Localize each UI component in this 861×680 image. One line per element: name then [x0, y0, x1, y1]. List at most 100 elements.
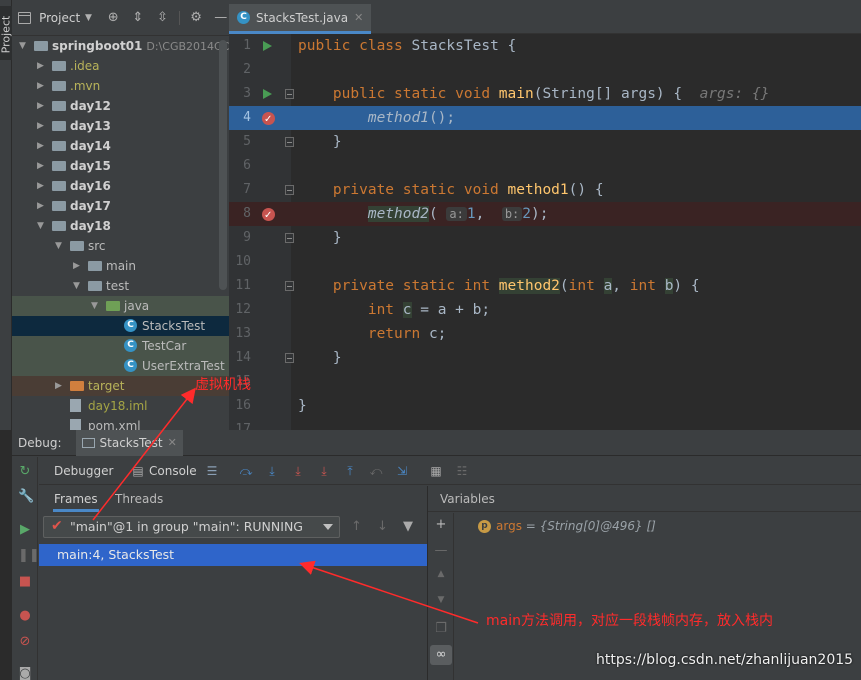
collapse-all-icon[interactable]: ⇳	[154, 10, 171, 25]
frame-item-selected[interactable]: main:4, StacksTest	[39, 544, 427, 566]
chevron-down-icon[interactable]: ▼	[37, 216, 47, 236]
show-execution-point-icon[interactable]: ⤼	[239, 464, 253, 478]
tree-item[interactable]: day18.iml	[12, 396, 229, 416]
tree-item[interactable]: ▼ java	[12, 296, 229, 316]
evaluate-expression-icon[interactable]: ▦	[429, 464, 443, 478]
chevron-down-icon[interactable]	[323, 524, 333, 530]
stop-icon[interactable]: ■	[18, 575, 32, 589]
project-panel-title[interactable]: Project	[39, 11, 80, 25]
add-watch-icon[interactable]: +	[434, 517, 448, 532]
chevron-right-icon[interactable]: ▶	[37, 96, 47, 116]
trace-icon[interactable]: ☷	[455, 464, 469, 478]
tree-item[interactable]: ▶ .mvn	[12, 76, 229, 96]
project-scrollbar[interactable]	[219, 40, 227, 290]
breakpoint-icon[interactable]	[262, 108, 275, 132]
code-line[interactable]: 7 private static void method1() {	[229, 178, 861, 202]
remove-watch-icon[interactable]: —	[434, 543, 448, 558]
project-view-dropdown-icon[interactable]: ▼	[80, 13, 97, 23]
fold-icon[interactable]	[285, 281, 294, 291]
hide-panel-icon[interactable]: —	[212, 10, 229, 25]
code-line[interactable]: 11 private static int method2(int a, int…	[229, 274, 861, 298]
force-step-into-icon[interactable]: ⤓	[317, 464, 331, 478]
tree-item[interactable]: ▶ day17	[12, 196, 229, 216]
tree-item[interactable]: C StacksTest	[12, 316, 229, 336]
expand-all-icon[interactable]: ⇕	[129, 10, 146, 25]
tree-item[interactable]: ▶ day14	[12, 136, 229, 156]
chevron-right-icon[interactable]: ▶	[73, 256, 83, 276]
code-line[interactable]: 17	[229, 418, 861, 430]
fold-icon[interactable]	[285, 353, 294, 363]
code-line[interactable]: 1 public class StacksTest {	[229, 34, 861, 58]
tree-item[interactable]: ▶ main	[12, 256, 229, 276]
close-icon[interactable]: ✕	[354, 11, 363, 24]
chevron-right-icon[interactable]: ▶	[37, 156, 47, 176]
chevron-down-icon[interactable]: ▼	[19, 36, 29, 56]
tree-item[interactable]: ▶ day16	[12, 176, 229, 196]
project-tool-tab[interactable]: Project	[0, 6, 13, 60]
fold-icon[interactable]	[285, 137, 294, 147]
step-out-icon[interactable]: ⤒	[343, 464, 357, 478]
mute-breakpoints-icon[interactable]: ⊘	[18, 635, 32, 649]
code-line[interactable]: 3 public static void main(String[] args)…	[229, 82, 861, 106]
step-into-icon[interactable]: ⤓	[291, 464, 305, 478]
tree-item[interactable]: ▼ src	[12, 236, 229, 256]
debug-session-tab[interactable]: StacksTest ✕	[75, 429, 183, 456]
chevron-right-icon[interactable]: ▶	[37, 136, 47, 156]
chevron-down-icon[interactable]: ▼	[91, 296, 101, 316]
close-icon[interactable]: ✕	[168, 436, 177, 449]
run-to-cursor-icon[interactable]: ⇲	[395, 464, 409, 478]
chevron-right-icon[interactable]: ▶	[37, 56, 47, 76]
fold-icon[interactable]	[285, 89, 294, 99]
chevron-down-icon[interactable]: ▼	[55, 236, 65, 256]
run-gutter-icon[interactable]	[263, 89, 272, 99]
tree-item[interactable]: ▶ .idea	[12, 56, 229, 76]
tree-item[interactable]: ▶ day12	[12, 96, 229, 116]
show-watches-icon[interactable]: ∞	[430, 645, 452, 665]
tree-item[interactable]: ▶ day13	[12, 116, 229, 136]
filter-icon[interactable]: ▼	[403, 519, 413, 534]
tree-item[interactable]: ▼ springboot01 D:\CGB2014CC	[12, 36, 229, 56]
tree-item[interactable]: ▶ day15	[12, 156, 229, 176]
arrow-down-icon[interactable]: ↓	[377, 519, 388, 534]
run-gutter-icon[interactable]	[263, 41, 272, 51]
wrench-icon[interactable]: 🔧	[18, 490, 34, 504]
breakpoint-line[interactable]: 8 method2( a:1, b:2);	[229, 202, 861, 228]
chevron-right-icon[interactable]: ▶	[37, 176, 47, 196]
view-breakpoints-icon[interactable]: ●	[18, 609, 32, 623]
tab-frames[interactable]: Frames	[53, 486, 99, 512]
pause-icon[interactable]: ❚❚	[18, 549, 40, 563]
copy-icon[interactable]: ❐	[434, 621, 448, 636]
code-line[interactable]: 5 }	[229, 130, 861, 154]
breakpoint-icon[interactable]	[262, 204, 275, 228]
code-line[interactable]: 14 }	[229, 346, 861, 370]
tree-item[interactable]: pom.xml	[12, 416, 229, 430]
camera-icon[interactable]: ◙	[18, 667, 32, 680]
move-up-icon[interactable]: ▲	[434, 569, 448, 579]
fold-icon[interactable]	[285, 185, 294, 195]
code-line[interactable]: 10	[229, 250, 861, 274]
thread-selector[interactable]: ✔ "main"@1 in group "main": RUNNING	[43, 516, 340, 538]
arrow-up-icon[interactable]: ↑	[351, 519, 362, 534]
current-execution-line[interactable]: 4 method1();	[229, 106, 861, 132]
chevron-right-icon[interactable]: ▶	[37, 116, 47, 136]
code-line[interactable]: 6	[229, 154, 861, 178]
code-editor[interactable]: C StacksTest.java ✕ 1 public class Stacks…	[229, 0, 861, 430]
tree-item[interactable]: C TestCar	[12, 336, 229, 356]
gear-icon[interactable]: ⚙	[188, 10, 205, 25]
tree-item[interactable]: ▼ test	[12, 276, 229, 296]
chevron-right-icon[interactable]: ▶	[37, 76, 47, 96]
step-over-icon[interactable]: ⤓	[265, 464, 279, 478]
chevron-right-icon[interactable]: ▶	[55, 376, 65, 396]
tree-item[interactable]: C UserExtraTest	[12, 356, 229, 376]
tab-threads[interactable]: Threads	[115, 486, 163, 512]
code-line[interactable]: 13 return c;	[229, 322, 861, 346]
tab-debugger[interactable]: Debugger	[54, 457, 113, 485]
code-line[interactable]: 16}	[229, 394, 861, 418]
rerun-icon[interactable]: ↻	[18, 465, 32, 479]
frames-menu-icon[interactable]: ☰	[205, 464, 219, 478]
drop-frame-icon[interactable]: ⤺	[369, 464, 383, 478]
fold-icon[interactable]	[285, 233, 294, 243]
move-down-icon[interactable]: ▼	[434, 595, 448, 605]
locate-file-icon[interactable]: ⊕	[105, 10, 122, 25]
code-line[interactable]: 12 int c = a + b;	[229, 298, 861, 322]
